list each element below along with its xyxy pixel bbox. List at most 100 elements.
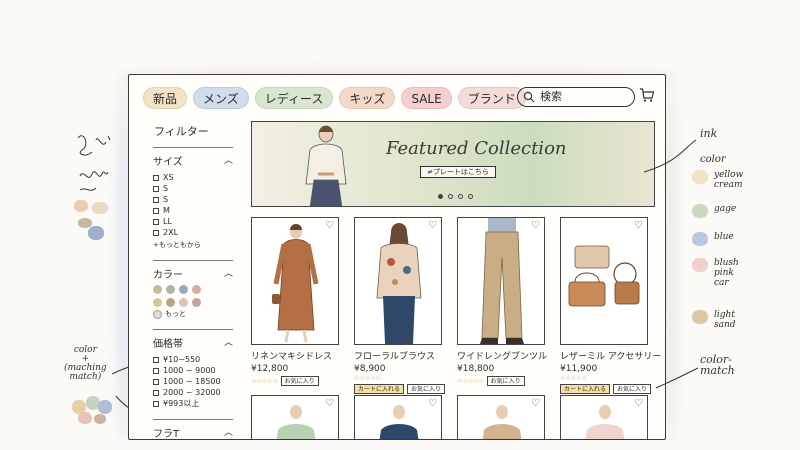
favorite-button[interactable]: お気に入り xyxy=(613,384,652,394)
checkbox[interactable] xyxy=(153,400,159,407)
checkbox[interactable] xyxy=(153,207,159,214)
heart-icon[interactable]: ♡ xyxy=(428,398,437,409)
favorite-button[interactable]: お気に入り xyxy=(280,376,319,386)
checkbox[interactable] xyxy=(153,218,159,225)
add-to-cart-button[interactable]: カートに入れる xyxy=(354,384,405,394)
favorite-button[interactable]: お気に入り xyxy=(486,376,525,386)
product-name[interactable]: フローラルブラウス xyxy=(354,349,442,362)
product-image[interactable]: ♡ xyxy=(560,217,648,345)
size-option[interactable]: S xyxy=(153,194,233,205)
checkbox[interactable] xyxy=(153,367,159,374)
color-swatch[interactable] xyxy=(153,285,162,294)
filter-title: フィルター xyxy=(154,125,209,138)
filter-brand: フラT ︿ xyxy=(153,419,233,439)
heart-icon[interactable]: ♡ xyxy=(531,220,540,231)
carousel-dot[interactable] xyxy=(448,194,453,199)
size-option[interactable]: S xyxy=(153,183,233,194)
size-option[interactable]: LL xyxy=(153,216,233,227)
heart-icon[interactable]: ♡ xyxy=(325,220,334,231)
checkbox[interactable] xyxy=(153,185,159,192)
color-swatch[interactable] xyxy=(192,298,201,307)
rating-stars: ☆☆☆☆☆ xyxy=(457,377,484,385)
price-option[interactable]: 1000 ~ 9000 xyxy=(153,365,233,376)
rating-stars: ☆☆☆☆☆ xyxy=(354,374,381,382)
product-card[interactable]: ♡ xyxy=(251,395,339,439)
nav-item-new[interactable]: 新品 xyxy=(143,87,188,109)
checkbox[interactable] xyxy=(153,356,159,363)
price-option[interactable]: ¥993以上 xyxy=(153,398,233,409)
product-name[interactable]: リネンマキシドレス xyxy=(251,349,339,362)
carousel-dots xyxy=(438,194,473,199)
add-to-cart-button[interactable]: カートに入れる xyxy=(560,384,611,394)
color-swatch[interactable] xyxy=(179,285,188,294)
storefront-window: 新品 メンズ レディース キッズ SALE ブランド 検索 フィルター サイズ … xyxy=(128,74,666,440)
checkbox[interactable] xyxy=(153,229,159,236)
product-price: ¥8,900 xyxy=(354,364,386,374)
heart-icon[interactable]: ♡ xyxy=(531,398,540,409)
chevron-up-icon: ︿ xyxy=(223,269,233,279)
price-option[interactable]: 1000 ~ 18500 xyxy=(153,376,233,387)
checkbox[interactable] xyxy=(153,196,159,203)
nav-item-ladies[interactable]: レディース xyxy=(254,87,334,109)
price-option[interactable]: 2000 ~ 32000 xyxy=(153,387,233,398)
size-option-label: LL xyxy=(163,217,172,226)
nav-item-sale[interactable]: SALE xyxy=(401,87,452,109)
search-input[interactable]: 検索 xyxy=(517,87,635,107)
product-card[interactable]: ♡ フローラルブラウス ¥8,900 ☆☆☆☆☆ カートに入れる お気に入り xyxy=(354,217,446,394)
product-card[interactable]: ♡ レザーミル アクセサリー ¥11,900 ☆☆☆☆☆ カートに入れる お気に… xyxy=(560,217,661,394)
featured-banner[interactable]: Featured Collection ≠プレートはこちら xyxy=(251,121,655,207)
carousel-dot[interactable] xyxy=(438,194,443,199)
checkbox[interactable] xyxy=(153,378,159,385)
size-option[interactable]: 2XL xyxy=(153,227,233,238)
nav-item-mens[interactable]: メンズ xyxy=(193,87,249,109)
size-option[interactable]: XS xyxy=(153,172,233,183)
color-swatch[interactable] xyxy=(166,298,175,307)
heart-icon[interactable]: ♡ xyxy=(634,220,643,231)
favorite-button[interactable]: お気に入り xyxy=(407,384,446,394)
price-option[interactable]: ¥10~550 xyxy=(153,354,233,365)
product-image[interactable]: ♡ xyxy=(457,217,545,345)
hero-cta-button[interactable]: ≠プレートはこちら xyxy=(420,166,496,178)
nav-item-kids[interactable]: キッズ xyxy=(339,87,396,109)
product-card[interactable]: ♡ xyxy=(354,395,442,439)
checkbox[interactable] xyxy=(153,174,159,181)
product-card[interactable]: ♡ ワイドレングブンツル ¥18,800 ☆☆☆☆☆ お気に入り xyxy=(457,217,547,386)
heart-icon[interactable]: ♡ xyxy=(428,220,437,231)
filter-price-header[interactable]: 価格帯 ︿ xyxy=(153,335,233,350)
product-card[interactable]: ♡ リネンマキシドレス ¥12,800 ☆☆☆☆☆ お気に入り xyxy=(251,217,339,386)
annotation-color-match-arrow xyxy=(655,367,699,389)
size-option-label: XS xyxy=(163,173,174,182)
legend-swatch xyxy=(692,204,708,218)
color-swatch[interactable] xyxy=(153,298,162,307)
checkbox[interactable] xyxy=(153,389,159,396)
color-more-link[interactable]: もっと xyxy=(153,309,233,319)
size-option-label: S xyxy=(163,195,169,204)
heart-icon[interactable]: ♡ xyxy=(325,398,334,409)
legend-swatch xyxy=(692,170,708,184)
annotation-ink-arrow xyxy=(643,139,697,173)
filter-color-header[interactable]: カラー ︿ xyxy=(153,266,233,281)
product-image[interactable]: ♡ xyxy=(251,217,339,345)
color-swatch[interactable] xyxy=(179,298,188,307)
size-more-link[interactable]: +もっともから xyxy=(153,240,233,250)
product-card[interactable]: ♡ xyxy=(457,395,545,439)
heart-icon[interactable]: ♡ xyxy=(634,398,643,409)
product-name[interactable]: レザーミル アクセサリー xyxy=(560,349,661,362)
search-placeholder: 検索 xyxy=(540,90,562,103)
filter-size-header[interactable]: サイズ ︿ xyxy=(153,153,233,168)
carousel-dot[interactable] xyxy=(458,194,463,199)
product-name[interactable]: ワイドレングブンツル xyxy=(457,349,547,362)
color-swatches xyxy=(153,285,209,307)
product-image[interactable]: ♡ xyxy=(354,217,442,345)
carousel-dot[interactable] xyxy=(468,194,473,199)
size-option-label: M xyxy=(163,206,170,215)
product-card[interactable]: ♡ xyxy=(560,395,648,439)
nav-item-brand[interactable]: ブランド xyxy=(457,87,526,109)
color-swatch[interactable] xyxy=(192,285,201,294)
bags-illustration xyxy=(568,245,640,307)
filter-brand-header[interactable]: フラT ︿ xyxy=(153,425,233,439)
size-option[interactable]: M xyxy=(153,205,233,216)
color-swatch[interactable] xyxy=(166,285,175,294)
legend-item: blush pink car xyxy=(692,258,750,288)
cart-icon[interactable] xyxy=(639,87,655,107)
